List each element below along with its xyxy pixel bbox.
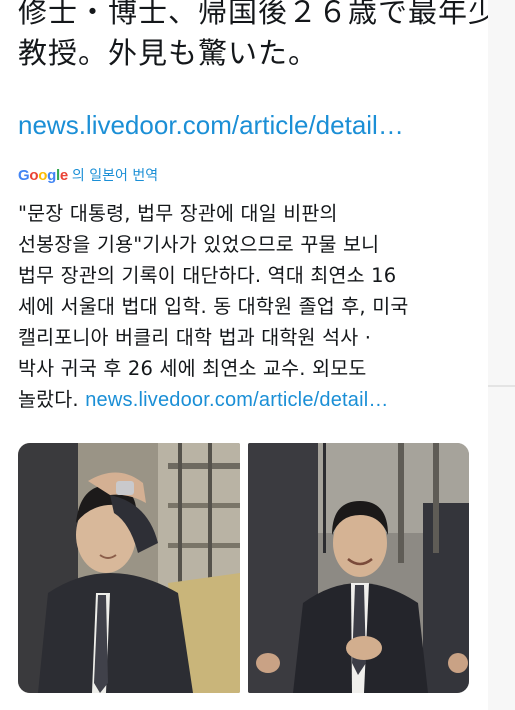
side-panel-edge bbox=[488, 0, 515, 710]
photo-man-hand-on-head[interactable] bbox=[18, 443, 240, 693]
photo-left-image bbox=[18, 443, 240, 693]
translation-label: 의 일본어 번역 bbox=[71, 168, 159, 184]
translation-line: 박사 귀국 후 26 세에 최연소 교수. 외모도 bbox=[18, 357, 367, 380]
translation-line: 법무 장관의 기록이 대단하다. 역대 최연소 16 bbox=[18, 264, 397, 287]
translated-article-link[interactable]: news.livedoor.com/article/detail… bbox=[85, 389, 388, 411]
photo-right-image bbox=[248, 443, 469, 693]
translation-attribution[interactable]: Google 의 일본어 번역 bbox=[18, 164, 158, 186]
tweet-line: 修士・博士、帰国後２６歳で最年少 bbox=[18, 0, 488, 29]
side-panel-divider bbox=[488, 385, 515, 387]
translation-line-last: 놀랐다. news.livedoor.com/article/detail… bbox=[18, 384, 488, 416]
translation-line: 캘리포니아 버클리 대학 법과 대학원 석사 · bbox=[18, 326, 372, 349]
translation-line: 선봉장을 기용"기사가 있었으므로 꾸물 보니 bbox=[18, 233, 380, 256]
translation-line: "문장 대통령, 법무 장관에 대일 비판의 bbox=[18, 202, 338, 225]
tweet-body-japanese: 修士・博士、帰国後２６歳で最年少 教授。外見も驚いた。 bbox=[18, 0, 488, 74]
translation-line: 세에 서울대 법대 입학. 동 대학원 졸업 후, 미국 bbox=[18, 295, 409, 318]
photo-man-smiling-seated[interactable] bbox=[248, 443, 469, 693]
article-link[interactable]: news.livedoor.com/article/detail… bbox=[18, 108, 404, 142]
google-logo: Google bbox=[18, 166, 68, 184]
tweet-media bbox=[18, 443, 469, 693]
translation-text: 놀랐다. bbox=[18, 388, 86, 411]
tweet-card: 修士・博士、帰国後２６歳で最年少 教授。外見も驚いた。 news.livedoo… bbox=[0, 0, 488, 710]
tweet-line: 教授。外見も驚いた。 bbox=[18, 36, 319, 70]
tweet-body-translation: "문장 대통령, 법무 장관에 대일 비판의 선봉장을 기용"기사가 있었으므로… bbox=[18, 198, 488, 416]
